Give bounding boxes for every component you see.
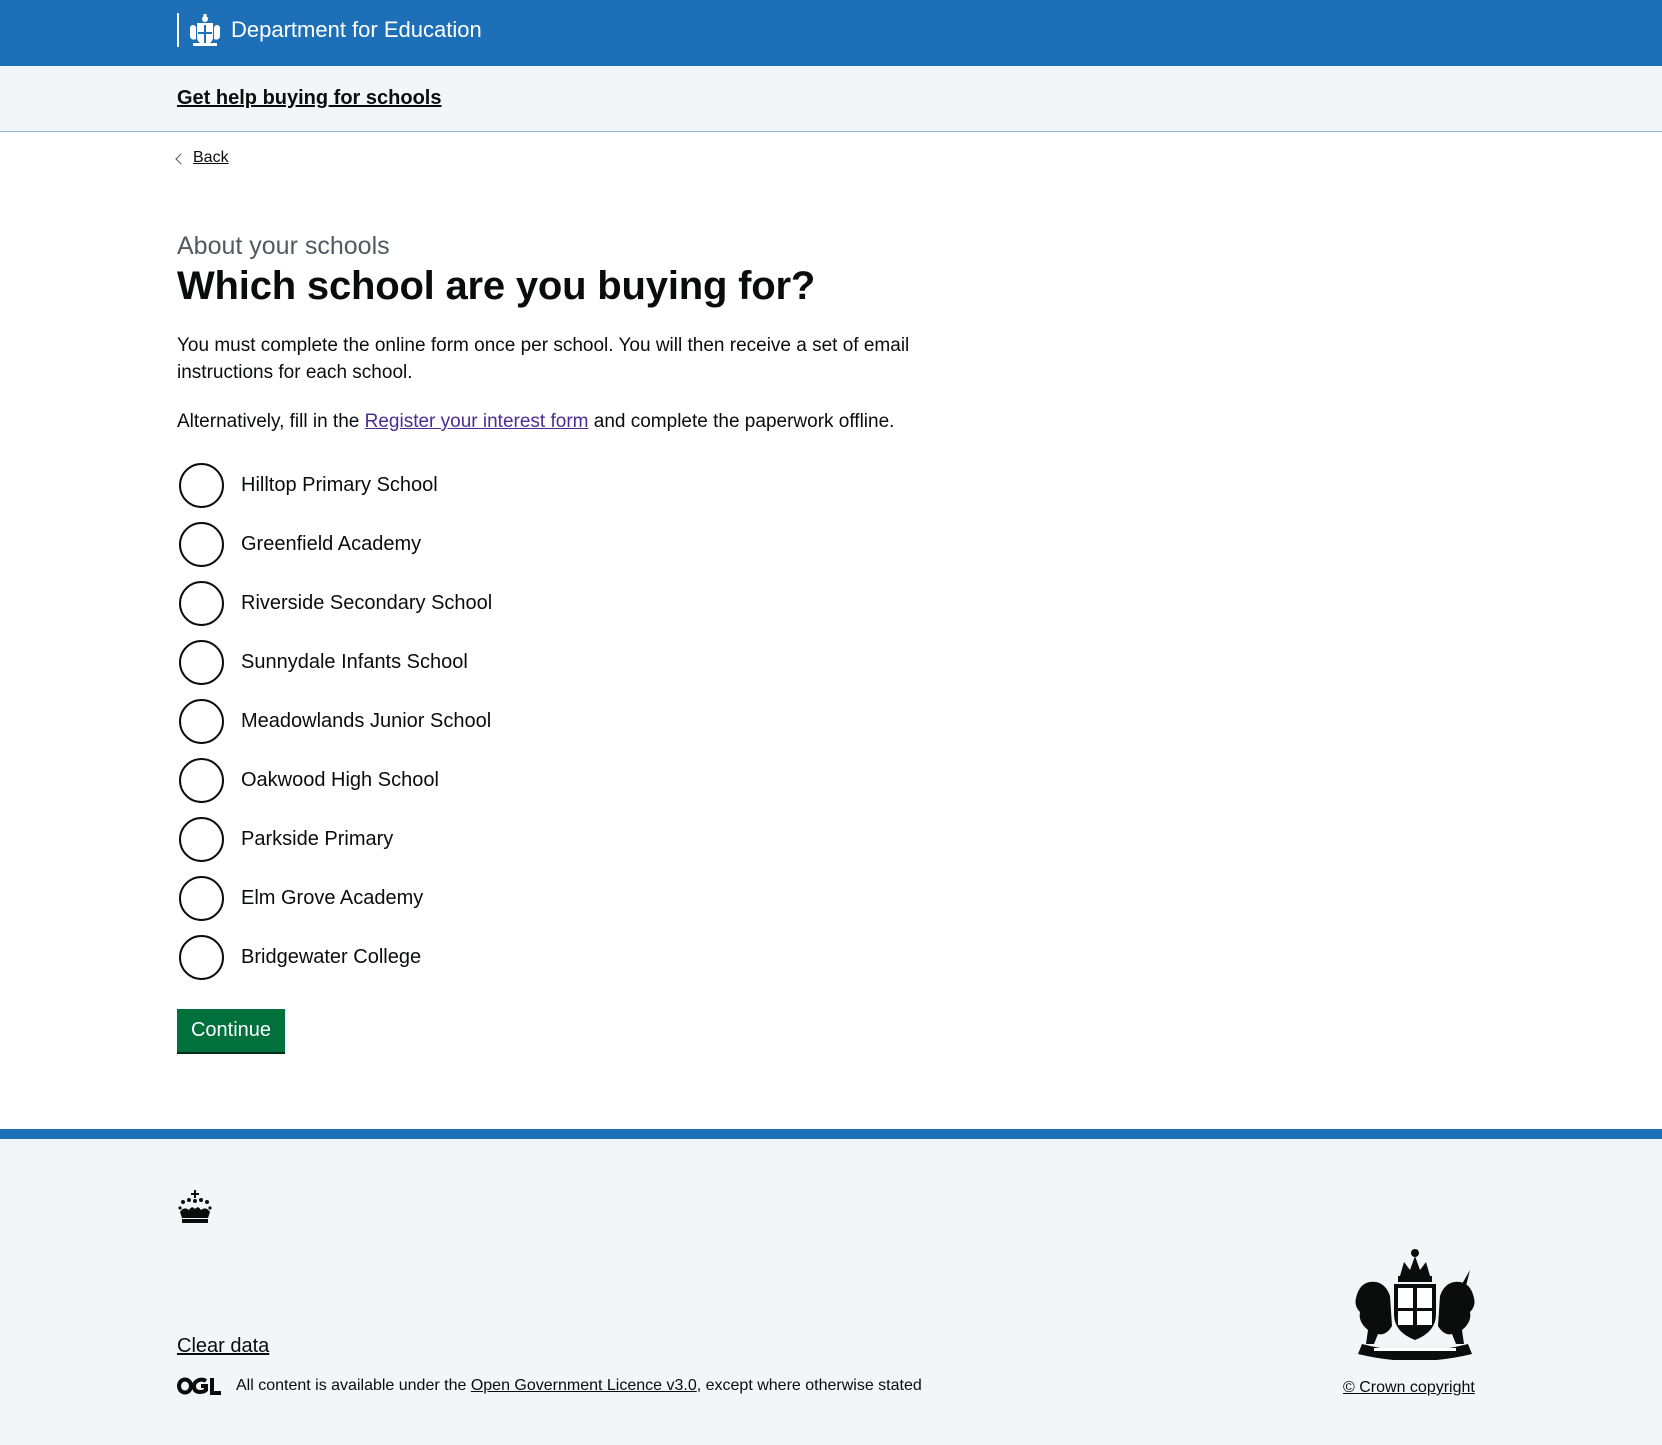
- ogl-logo-icon: [177, 1377, 221, 1395]
- radio-label: Meadowlands Junior School: [241, 710, 492, 732]
- organisation-name: Department for Education: [231, 17, 482, 42]
- royal-coat-of-arms-icon: [1355, 1249, 1475, 1360]
- radio-label: Parkside Primary: [241, 828, 394, 850]
- page-caption: About your schools: [177, 232, 390, 260]
- continue-button[interactable]: Continue: [177, 1009, 285, 1052]
- radio-option[interactable]: Meadowlands Junior School: [177, 692, 492, 751]
- back-link-label: Back: [193, 149, 229, 166]
- intro-text: You must complete the online form once p…: [177, 335, 910, 383]
- crown-copyright-link[interactable]: © Crown copyright: [1343, 1379, 1475, 1397]
- radio-option[interactable]: Hilltop Primary School: [177, 456, 492, 515]
- header-logo-link[interactable]: Department for Education: [177, 13, 482, 47]
- ogl-licence-link[interactable]: Open Government Licence v3.0: [471, 1377, 697, 1395]
- radio-option[interactable]: Bridgewater College: [177, 928, 492, 987]
- alternative-text: Alternatively, fill in the Register your…: [177, 408, 967, 435]
- radio-button[interactable]: [179, 581, 224, 626]
- alternative-suffix: and complete the paperwork offline.: [593, 411, 895, 432]
- radio-label: Bridgewater College: [241, 946, 422, 968]
- radio-option[interactable]: Riverside Secondary School: [177, 574, 492, 633]
- chevron-left-icon: [175, 152, 187, 165]
- radio-button[interactable]: [179, 817, 224, 862]
- school-radio-group: Hilltop Primary School Greenfield Academ…: [177, 456, 492, 987]
- register-interest-link[interactable]: Register your interest form: [365, 411, 589, 432]
- licence-row: All content is available under the Open …: [177, 1377, 922, 1395]
- radio-label: Hilltop Primary School: [241, 474, 438, 496]
- radio-button[interactable]: [179, 463, 224, 508]
- radio-option[interactable]: Sunnydale Infants School: [177, 633, 492, 692]
- licence-prefix: All content is available under the: [236, 1377, 467, 1394]
- page-title: Which school are you buying for?: [177, 264, 816, 308]
- site-header: Department for Education: [0, 0, 1662, 66]
- radio-label: Riverside Secondary School: [241, 592, 493, 614]
- alternative-prefix: Alternatively, fill in the: [177, 411, 360, 432]
- site-footer: Clear data All content is available unde…: [0, 1129, 1662, 1445]
- radio-button[interactable]: [179, 935, 224, 980]
- radio-option[interactable]: Oakwood High School: [177, 751, 492, 810]
- radio-option[interactable]: Greenfield Academy: [177, 515, 492, 574]
- crown-icon: [178, 1190, 212, 1223]
- radio-label: Elm Grove Academy: [241, 887, 424, 909]
- licence-suffix: , except where otherwise stated: [696, 1377, 922, 1394]
- radio-label: Greenfield Academy: [241, 533, 422, 555]
- service-navigation: Get help buying for schools: [0, 66, 1662, 132]
- radio-button[interactable]: [179, 758, 224, 803]
- royal-crest-icon: [190, 14, 220, 46]
- radio-button[interactable]: [179, 876, 224, 921]
- radio-button[interactable]: [179, 699, 224, 744]
- radio-button[interactable]: [179, 522, 224, 567]
- radio-option[interactable]: Parkside Primary: [177, 810, 492, 869]
- radio-label: Oakwood High School: [241, 769, 439, 791]
- back-link[interactable]: Back: [175, 149, 229, 167]
- service-name-link[interactable]: Get help buying for schools: [177, 87, 441, 110]
- radio-option[interactable]: Elm Grove Academy: [177, 869, 492, 928]
- clear-data-link[interactable]: Clear data: [177, 1335, 269, 1358]
- radio-label: Sunnydale Infants School: [241, 651, 468, 673]
- radio-button[interactable]: [179, 640, 224, 685]
